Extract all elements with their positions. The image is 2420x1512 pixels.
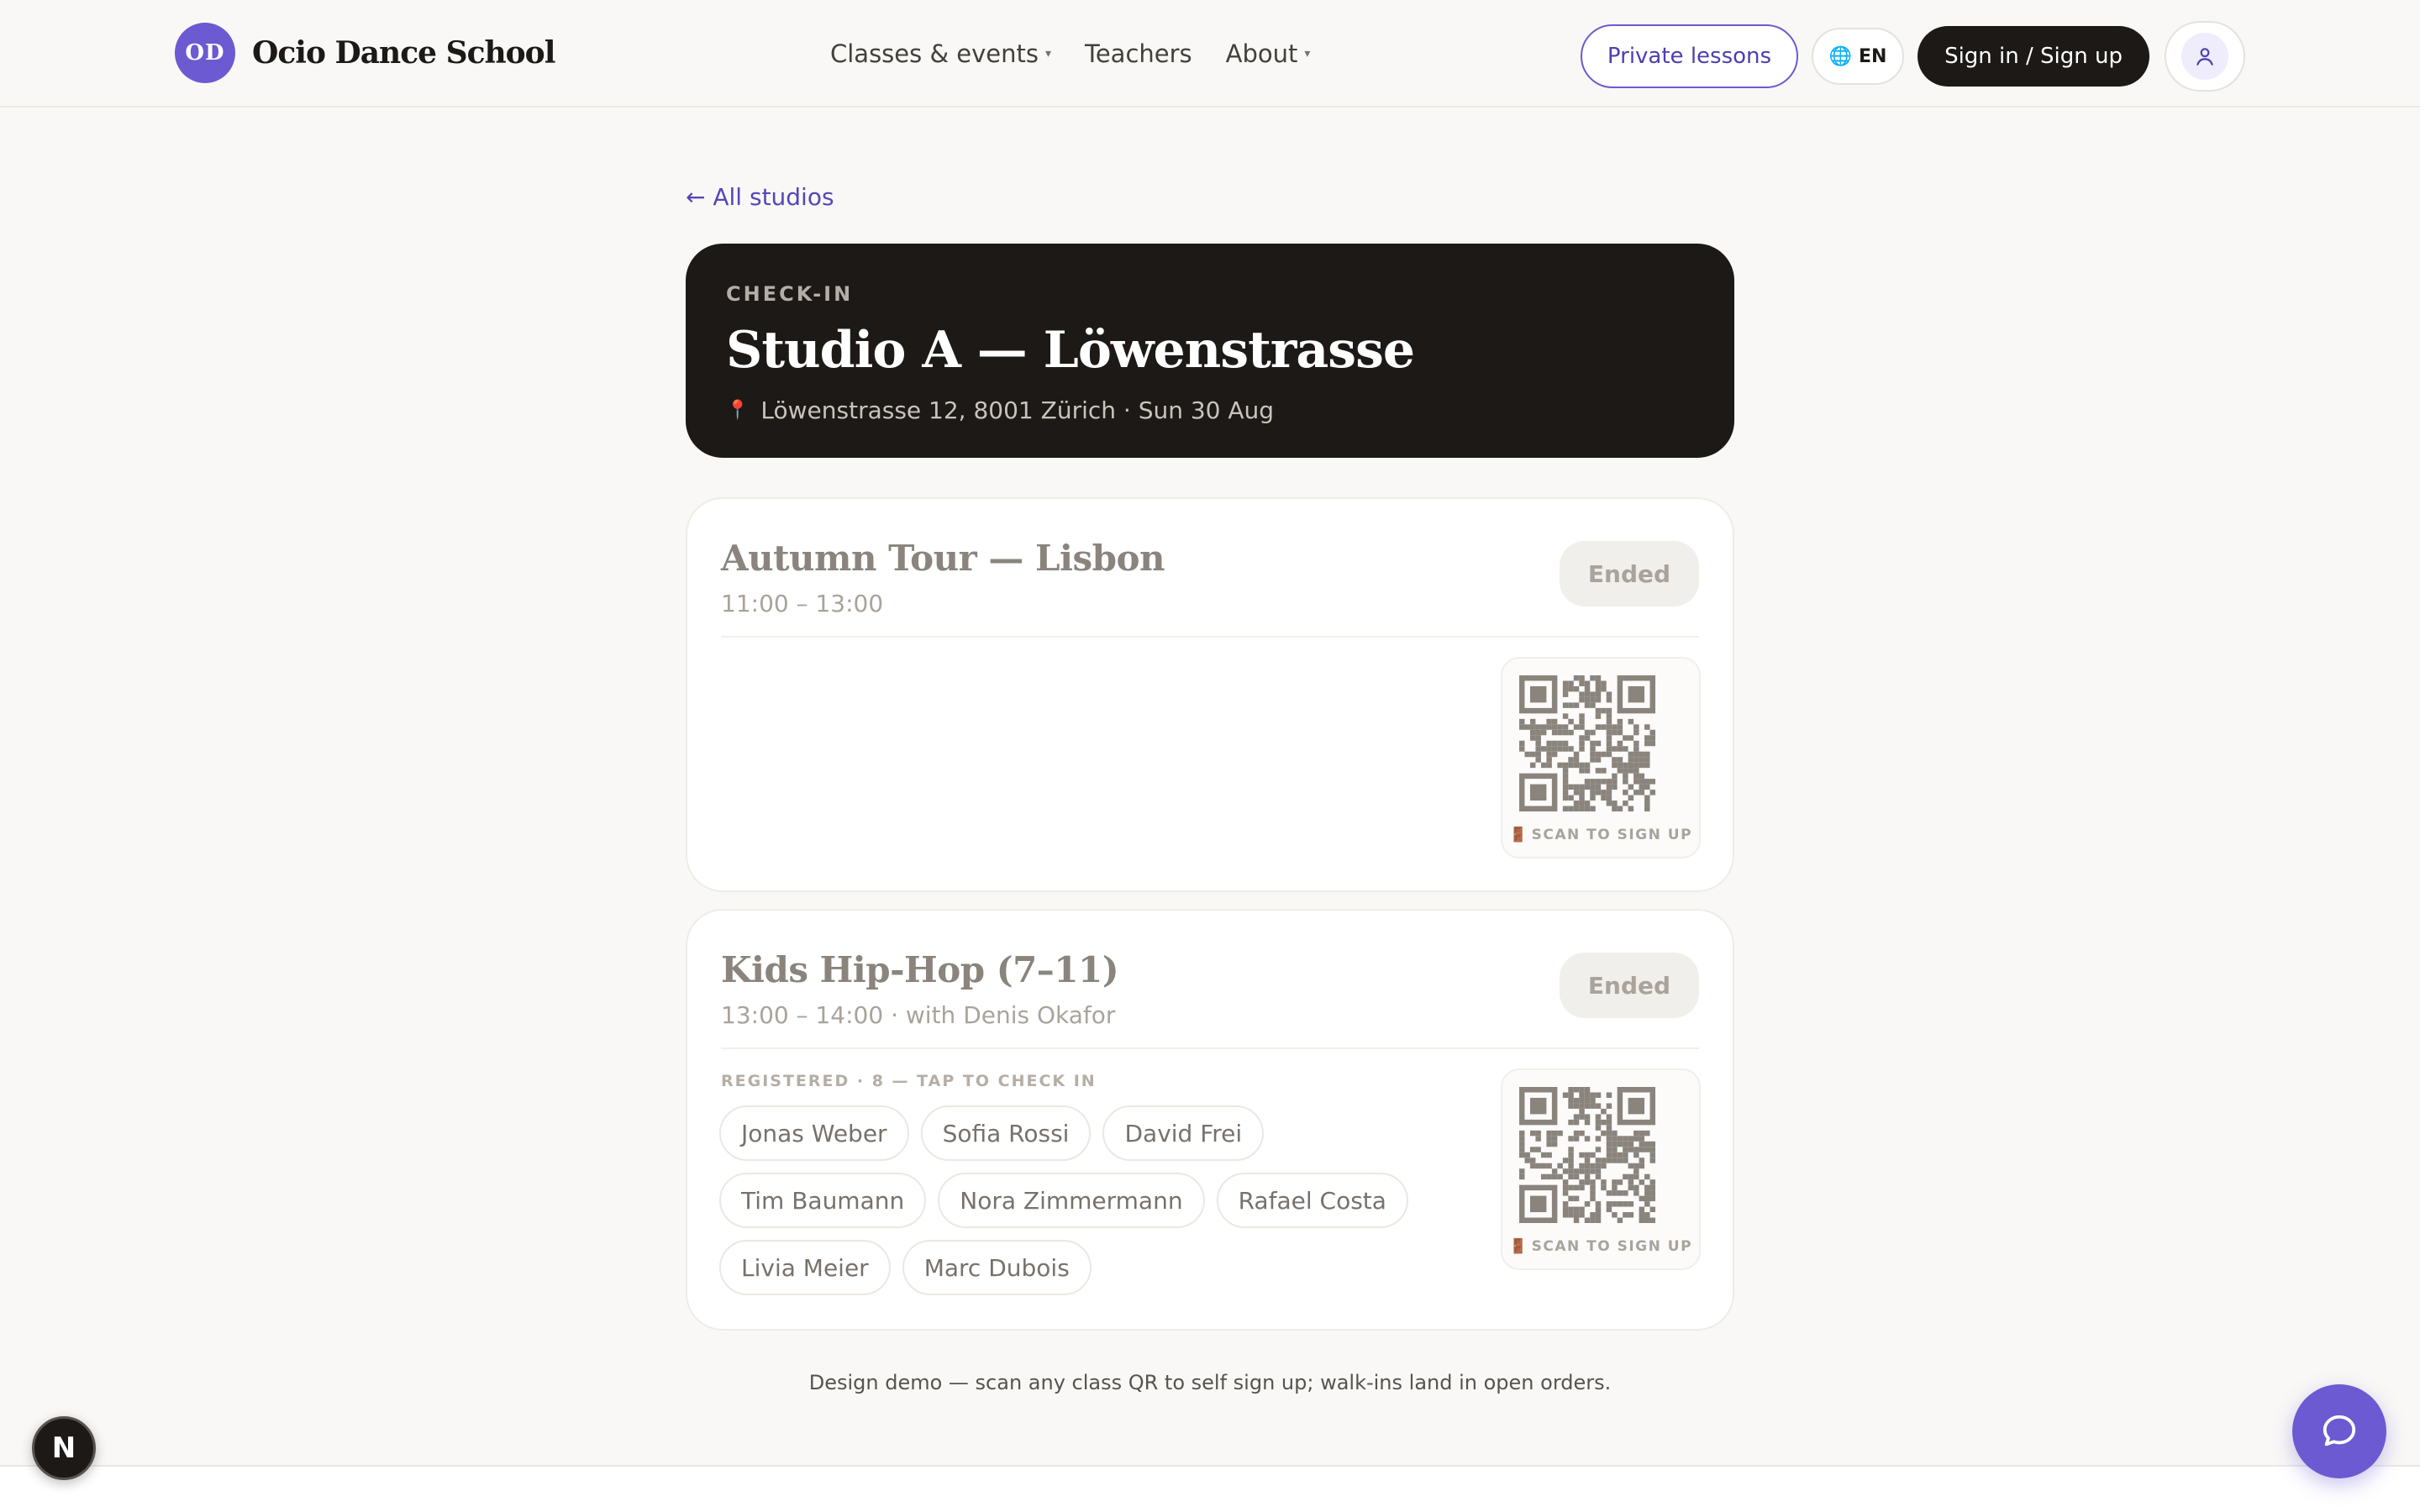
nav-label: Teachers: [1085, 39, 1192, 68]
class-time: 13:00 – 14:00 · with Denis Okafor: [721, 1001, 1116, 1029]
status-badge: Ended: [1560, 541, 1699, 606]
studio-address-text: Löwenstrasse 12, 8001 Zürich · Sun 30 Au…: [760, 396, 1275, 424]
attendee-chip[interactable]: Nora Zimmermann: [938, 1173, 1205, 1228]
private-lessons-button[interactable]: Private lessons: [1580, 24, 1799, 88]
class-title: Kids Hip-Hop (7–11): [721, 949, 1119, 990]
nav-about[interactable]: About ▾: [1226, 39, 1311, 68]
brand-name: Ocio Dance School: [252, 35, 555, 71]
attendee-chip[interactable]: David Frei: [1102, 1105, 1265, 1161]
nav-classes-events[interactable]: Classes & events ▾: [830, 39, 1051, 68]
attendee-chip[interactable]: Sofia Rossi: [920, 1105, 1092, 1161]
language-label: EN: [1859, 45, 1887, 67]
attendee-chip[interactable]: Livia Meier: [719, 1240, 891, 1295]
nav-teachers[interactable]: Teachers: [1085, 39, 1192, 68]
class-qr-code[interactable]: 🚪 SCAN TO SIGN UP: [1501, 1068, 1701, 1270]
qr-code-icon: [1519, 675, 1655, 811]
studio-address: 📍 Löwenstrasse 12, 8001 Zürich · Sun 30 …: [726, 396, 1694, 424]
door-icon: 🚪: [1508, 1238, 1528, 1255]
page-bottom-strip: [0, 1465, 2420, 1512]
nav-label: About: [1225, 39, 1298, 68]
registered-label: REGISTERED · 8 — TAP TO CHECK IN: [721, 1072, 1097, 1090]
back-to-studios-link[interactable]: ← All studios: [686, 183, 834, 211]
caret-down-icon: ▾: [1304, 47, 1311, 60]
language-switcher[interactable]: 🌐 EN: [1812, 28, 1905, 85]
class-qr-code[interactable]: 🚪 SCAN TO SIGN UP: [1501, 657, 1701, 858]
attendee-chip[interactable]: Jonas Weber: [719, 1105, 909, 1161]
status-badge: Ended: [1560, 953, 1699, 1018]
header-actions: Private lessons 🌐 EN Sign in / Sign up: [1580, 21, 2245, 92]
main-nav: Classes & events ▾ Teachers About ▾: [830, 0, 1344, 108]
brand-badge: OD: [175, 23, 235, 83]
attendee-list: Jonas Weber Sofia Rossi David Frei Tim B…: [719, 1105, 1459, 1295]
signin-button[interactable]: Sign in / Sign up: [1918, 26, 2149, 87]
qr-caption: 🚪 SCAN TO SIGN UP: [1502, 1238, 1699, 1255]
qr-code-icon: [1519, 1087, 1655, 1223]
class-time: 11:00 – 13:00: [721, 590, 884, 617]
qr-caption-text: SCAN TO SIGN UP: [1531, 1238, 1693, 1255]
attendee-chip[interactable]: Marc Dubois: [902, 1240, 1092, 1295]
user-menu-button[interactable]: [2165, 21, 2245, 92]
brand-logo-link[interactable]: OD Ocio Dance School: [175, 23, 555, 83]
location-pin-icon: 📍: [726, 400, 750, 421]
nav-label: Classes & events: [830, 39, 1039, 68]
top-header: OD Ocio Dance School Classes & events ▾ …: [0, 0, 2420, 108]
qr-caption-text: SCAN TO SIGN UP: [1531, 827, 1693, 843]
dev-tools-badge[interactable]: N: [32, 1416, 96, 1480]
caret-down-icon: ▾: [1045, 47, 1052, 60]
class-card-header: Autumn Tour — Lisbon 11:00 – 13:00 Ended: [721, 499, 1699, 638]
chat-bubble-icon: [2323, 1415, 2356, 1446]
user-icon: [2181, 33, 2228, 80]
globe-icon: 🌐: [1828, 45, 1853, 67]
door-icon: 🚪: [1508, 827, 1528, 843]
studio-title: Studio A — Löwenstrasse: [726, 321, 1415, 380]
chat-button[interactable]: [2292, 1384, 2386, 1478]
footer-note: Design demo — scan any class QR to self …: [808, 1371, 1612, 1394]
hero-eyebrow: CHECK-IN: [726, 282, 854, 306]
qr-caption: 🚪 SCAN TO SIGN UP: [1502, 827, 1699, 843]
attendee-chip[interactable]: Tim Baumann: [719, 1173, 927, 1228]
studio-hero: CHECK-IN Studio A — Löwenstrasse 📍 Löwen…: [686, 244, 1734, 458]
attendee-chip[interactable]: Rafael Costa: [1216, 1173, 1408, 1228]
class-title: Autumn Tour — Lisbon: [721, 538, 1165, 579]
class-card-header: Kids Hip-Hop (7–11) 13:00 – 14:00 · with…: [721, 911, 1699, 1049]
